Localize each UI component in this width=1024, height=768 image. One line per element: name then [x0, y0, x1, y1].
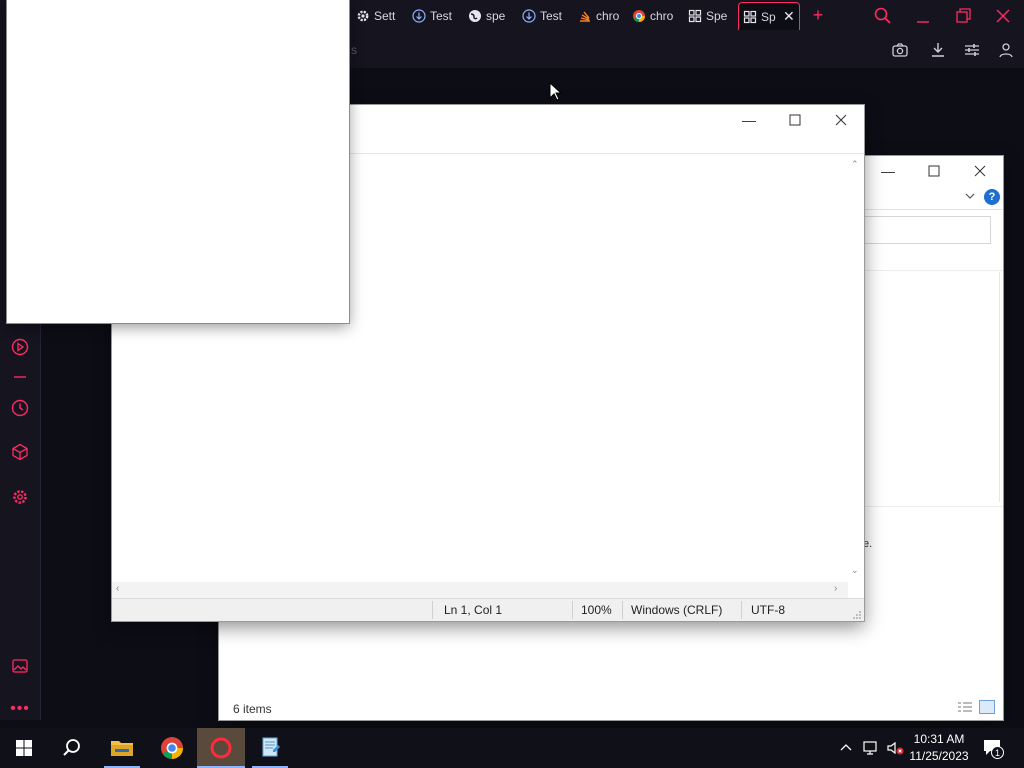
notepad-status-bar: Ln 1, Col 1 100% Windows (CRLF) UTF-8: [112, 598, 864, 621]
vertical-scrollbar[interactable]: ⌃ ⌄: [848, 155, 864, 583]
details-divider: [859, 506, 1003, 507]
tab-close-icon[interactable]: ✕: [783, 8, 795, 25]
scroll-right-icon[interactable]: ›: [834, 583, 837, 594]
file-explorer-taskbar-button[interactable]: [98, 728, 146, 768]
clock-time: 10:31 AM: [913, 732, 965, 746]
notepad-close-button[interactable]: [818, 105, 864, 135]
minimize-icon[interactable]: [912, 5, 934, 27]
horizontal-scrollbar[interactable]: ‹ ›: [112, 582, 848, 598]
status-separator: [572, 601, 573, 619]
tab-speed-dial-1[interactable]: Spe: [688, 3, 730, 29]
opera-gx-icon: [210, 737, 232, 759]
tab-label: Sp: [761, 9, 776, 24]
close-icon[interactable]: [992, 5, 1014, 27]
tab-label: Sett: [374, 9, 396, 23]
encoding: UTF-8: [751, 603, 785, 617]
notepad-taskbar-button[interactable]: [246, 728, 294, 768]
grid-icon: [688, 9, 702, 23]
chrome-icon: [161, 737, 183, 759]
large-icons-view-icon[interactable]: [979, 700, 995, 714]
help-icon[interactable]: ?: [984, 189, 1000, 205]
tab-chrome-1[interactable]: chro: [578, 3, 620, 29]
start-button[interactable]: [0, 728, 48, 768]
zoom-level: 100%: [581, 603, 612, 617]
grid-icon: [743, 10, 757, 24]
clock-date: 11/25/2023: [909, 749, 969, 763]
camera-icon[interactable]: [890, 40, 910, 60]
download-icon[interactable]: [928, 40, 948, 60]
tab-speed-dial-active[interactable]: Sp ✕: [738, 2, 800, 30]
download-circle-icon: [412, 9, 426, 23]
tab-spe[interactable]: spe: [468, 3, 510, 29]
system-clock[interactable]: 10:31 AM 11/25/2023: [908, 731, 970, 765]
scrollbar-track[interactable]: [999, 272, 1000, 502]
explorer-close-button[interactable]: [957, 156, 1003, 186]
tab-label: Spe: [706, 9, 728, 23]
scroll-down-icon[interactable]: ⌄: [851, 565, 859, 576]
search-icon: [63, 739, 80, 756]
chrome-taskbar-button[interactable]: [148, 728, 196, 768]
opera-gx-taskbar-button[interactable]: [197, 728, 245, 768]
search-box[interactable]: [859, 216, 991, 244]
tab-label: chro: [650, 9, 674, 23]
stack-icon: [578, 9, 592, 23]
cube-icon[interactable]: [9, 441, 31, 463]
network-icon[interactable]: [862, 740, 880, 756]
settings-gear-icon[interactable]: [9, 486, 31, 508]
gear-icon: [356, 9, 370, 23]
new-tab-button[interactable]: +: [808, 4, 828, 26]
show-hidden-icons-chevron-icon[interactable]: [838, 740, 854, 756]
details-view-icon[interactable]: [957, 701, 973, 713]
explorer-minimize-button[interactable]: —: [865, 156, 911, 186]
blank-popup-window[interactable]: [7, 0, 349, 323]
profile-icon[interactable]: [996, 40, 1016, 60]
line-ending: Windows (CRLF): [631, 603, 723, 617]
cursor-position: Ln 1, Col 1: [444, 603, 503, 617]
address-hint-text: s: [351, 43, 357, 57]
player-icon[interactable]: [9, 336, 31, 358]
taskbar-search-button[interactable]: [48, 728, 96, 768]
more-icon[interactable]: •••: [9, 698, 31, 720]
notification-count-badge: 1: [991, 746, 1004, 759]
tab-label: chro: [596, 9, 620, 23]
search-icon[interactable]: [872, 5, 894, 27]
tab-label: spe: [486, 9, 506, 23]
notification-center-icon[interactable]: 1: [982, 738, 1004, 759]
download-circle-icon: [522, 9, 536, 23]
item-count: 6 items: [233, 702, 272, 716]
windows-logo-icon: [16, 740, 32, 756]
tab-test-1[interactable]: Test: [412, 3, 458, 29]
explorer-maximize-button[interactable]: [911, 156, 957, 186]
folder-icon: [111, 741, 133, 756]
scroll-left-icon[interactable]: ‹: [116, 583, 119, 594]
notepad-maximize-button[interactable]: [772, 105, 818, 135]
divider-icon: [9, 366, 31, 388]
gallery-icon[interactable]: [9, 655, 31, 677]
resize-grip-icon[interactable]: [852, 609, 862, 619]
tab-label: Test: [540, 9, 563, 23]
tab-chrome-2[interactable]: chro: [632, 3, 674, 29]
ribbon-expand-chevron-icon[interactable]: [963, 189, 977, 203]
restore-icon[interactable]: [952, 5, 974, 27]
taskbar: 10:31 AM 11/25/2023 1: [0, 728, 1024, 768]
scroll-up-icon[interactable]: ⌃: [851, 159, 859, 170]
settings-sliders-icon[interactable]: [962, 40, 982, 60]
tab-settings[interactable]: Sett: [356, 3, 402, 29]
tab-test-2[interactable]: Test: [522, 3, 568, 29]
globe-icon: [468, 9, 482, 23]
chrome-icon: [632, 9, 646, 23]
tab-label: Test: [430, 9, 453, 23]
status-separator: [432, 601, 433, 619]
notepad-icon: [262, 737, 280, 757]
details-text: e.: [863, 538, 873, 550]
notepad-minimize-button[interactable]: —: [726, 105, 772, 135]
status-separator: [622, 601, 623, 619]
history-clock-icon[interactable]: [9, 397, 31, 419]
mouse-cursor-icon: [549, 81, 563, 102]
status-separator: [741, 601, 742, 619]
volume-muted-icon[interactable]: [886, 740, 906, 756]
